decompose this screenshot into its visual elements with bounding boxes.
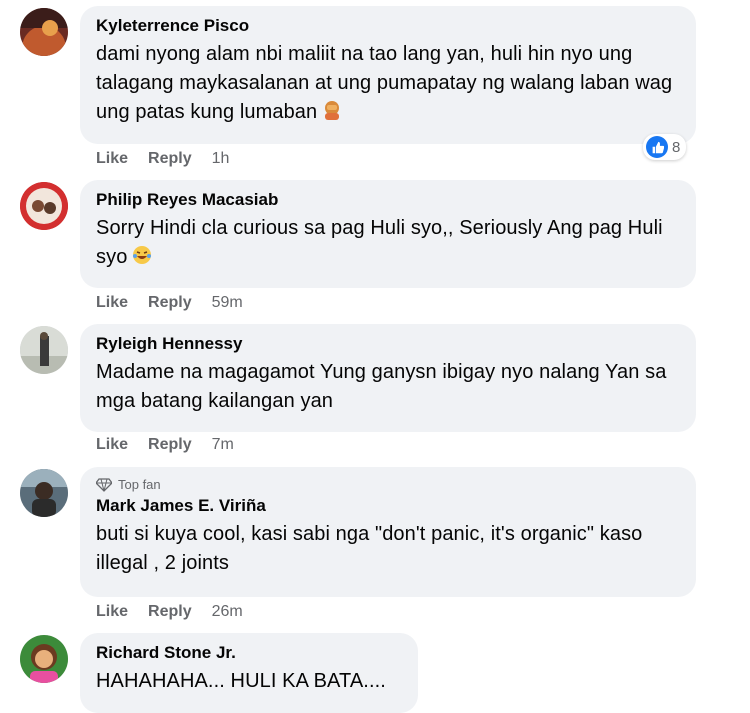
reaction-count: 8 xyxy=(672,138,681,156)
avatar[interactable] xyxy=(20,326,68,374)
comment-text-content: dami nyong alam nbi maliit na tao lang y… xyxy=(96,43,673,123)
timestamp[interactable]: 26m xyxy=(212,603,243,621)
comment-text-content: Sorry Hindi cla curious sa pag Huli syo,… xyxy=(96,217,663,268)
timestamp[interactable]: 7m xyxy=(212,436,234,454)
facepalm-emoji-icon xyxy=(321,99,343,130)
diamond-icon xyxy=(96,477,112,492)
reply-button[interactable]: Reply xyxy=(148,294,192,312)
reply-button[interactable]: Reply xyxy=(148,150,192,168)
top-fan-badge[interactable]: Top fan xyxy=(96,477,680,492)
comment-actions: Like Reply 1h xyxy=(96,149,229,169)
comment-bubble: Kyleterrence Pisco dami nyong alam nbi m… xyxy=(80,6,696,144)
avatar[interactable] xyxy=(20,469,68,517)
comment-actions: Like Reply 26m xyxy=(96,602,243,622)
comment-bubble: Top fan Mark James E. Viriña buti si kuy… xyxy=(80,467,696,597)
comment-author[interactable]: Richard Stone Jr. xyxy=(96,643,402,663)
laughing-emoji-icon xyxy=(131,244,153,275)
reply-button[interactable]: Reply xyxy=(148,436,192,454)
comment-bubble: Ryleigh Hennessy Madame na magagamot Yun… xyxy=(80,324,696,432)
comment-bubble: Richard Stone Jr. HAHAHAHA... HULI KA BA… xyxy=(80,633,418,713)
avatar[interactable] xyxy=(20,182,68,230)
like-button[interactable]: Like xyxy=(96,603,128,621)
like-button[interactable]: Like xyxy=(96,150,128,168)
comment-author[interactable]: Mark James E. Viriña xyxy=(96,496,680,516)
comment-text: HAHAHAHA... HULI KA BATA.... xyxy=(96,670,386,692)
timestamp[interactable]: 1h xyxy=(212,150,230,168)
comment-text: Madame na magagamot Yung ganysn ibigay n… xyxy=(96,361,667,412)
avatar[interactable] xyxy=(20,8,68,56)
reaction-summary[interactable]: 8 xyxy=(643,134,687,160)
comment-author[interactable]: Kyleterrence Pisco xyxy=(96,16,680,36)
like-button[interactable]: Like xyxy=(96,294,128,312)
comment-text: buti si kuya cool, kasi sabi nga "don't … xyxy=(96,523,643,574)
comment-actions: Like Reply 7m xyxy=(96,435,234,455)
top-fan-label: Top fan xyxy=(118,477,161,492)
comment-author[interactable]: Philip Reyes Macasiab xyxy=(96,190,680,210)
like-button[interactable]: Like xyxy=(96,436,128,454)
comment-text: dami nyong alam nbi maliit na tao lang y… xyxy=(96,40,680,130)
comment-text: Sorry Hindi cla curious sa pag Huli syo,… xyxy=(96,214,680,275)
comment-actions: Like Reply 59m xyxy=(96,293,243,313)
like-icon xyxy=(646,136,668,158)
comment-bubble: Philip Reyes Macasiab Sorry Hindi cla cu… xyxy=(80,180,696,288)
comment-author[interactable]: Ryleigh Hennessy xyxy=(96,334,680,354)
avatar[interactable] xyxy=(20,635,68,683)
reply-button[interactable]: Reply xyxy=(148,603,192,621)
timestamp[interactable]: 59m xyxy=(212,294,243,312)
